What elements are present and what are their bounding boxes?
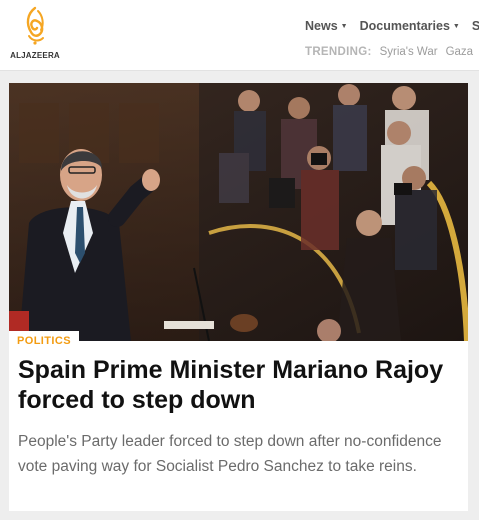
trending-label: TRENDING: xyxy=(305,46,372,58)
article-photo-image xyxy=(9,83,468,341)
category-tag[interactable]: POLITICS xyxy=(9,331,79,350)
logo-wordmark: ALJAZEERA xyxy=(10,51,60,60)
nav-item-shows-label: Sh xyxy=(471,19,479,33)
aljazeera-logo[interactable]: ALJAZEERA xyxy=(10,6,60,62)
article-photo[interactable] xyxy=(9,83,468,341)
chevron-down-icon: ▼ xyxy=(340,23,348,30)
logo-emblem-icon xyxy=(26,6,44,45)
site-header: ALJAZEERA News▼Documentaries▼Sh TRENDING… xyxy=(0,0,479,71)
nav-item-news-label: News xyxy=(305,19,338,33)
trending-bar: TRENDING: Syria's War Gaza xyxy=(305,46,479,58)
nav-item-documentaries-label: Documentaries xyxy=(359,19,450,33)
nav-item-news[interactable]: News ▼ xyxy=(305,19,348,33)
trending-link-gaza[interactable]: Gaza xyxy=(446,46,474,58)
main-nav: News▼Documentaries▼Sh xyxy=(305,17,479,35)
chevron-down-icon: ▼ xyxy=(452,23,460,30)
article-headline[interactable]: Spain Prime Minister Mariano Rajoy force… xyxy=(18,355,458,415)
nav-item-documentaries[interactable]: Documentaries ▼ xyxy=(360,19,460,33)
nav-item-shows[interactable]: Sh xyxy=(472,19,479,33)
article-summary: People's Party leader forced to step dow… xyxy=(18,433,442,475)
featured-article-card[interactable]: POLITICS Spain Prime Minister Mariano Ra… xyxy=(9,83,468,511)
trending-link-syria[interactable]: Syria's War xyxy=(380,46,438,58)
